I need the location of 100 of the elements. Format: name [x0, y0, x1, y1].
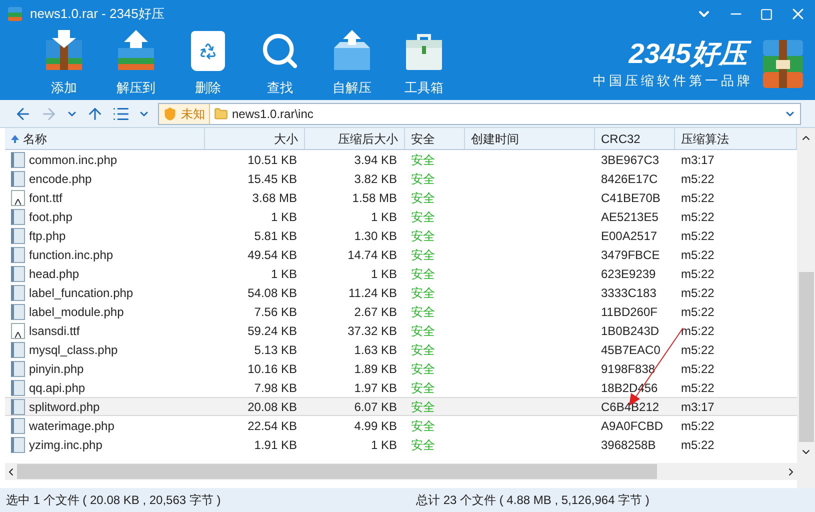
size-cell-text: 54.08 KB: [246, 284, 298, 302]
crc-cell-text: 623E9239: [600, 266, 657, 282]
method-cell-text: m5:22: [680, 228, 716, 244]
brand-slogan: 中国压缩软件第一品牌: [593, 72, 753, 90]
file-row[interactable]: encode.php 15.45 KB 3.82 KB 安全 8426E17C m5:22: [5, 169, 797, 188]
packed-size-cell-text: 1 KB: [370, 266, 398, 282]
total-status: 总计 23 个文件 ( 4.88 MB , 5,126,964 字节 ): [416, 492, 650, 509]
file-name: font.ttf: [29, 190, 62, 206]
file-row[interactable]: label_module.php 7.56 KB 2.67 KB 安全 11BD260F m5:22: [5, 302, 797, 321]
safety-cell-text: 安全: [410, 342, 436, 358]
toolbar-button[interactable]: 工具箱: [388, 30, 460, 98]
file-row[interactable]: waterimage.php 22.54 KB 4.99 KB 安全 A9A0FCBD m5:22: [5, 416, 797, 435]
file-name: function.inc.php: [29, 246, 114, 264]
size-cell-text: 1 KB: [270, 266, 298, 282]
recycle-bin-icon: [191, 31, 225, 71]
method-cell-text: m5:22: [680, 304, 716, 320]
font-file-icon: [11, 322, 25, 338]
file-row[interactable]: splitword.php 20.08 KB 6.07 KB 安全 C6B4B212 m3:17: [5, 397, 797, 416]
size-cell-text: 5.81 KB: [253, 228, 298, 244]
crc-cell-text: 3333C183: [600, 284, 658, 302]
safety-cell-text: 安全: [410, 208, 436, 226]
file-row[interactable]: label_funcation.php 54.08 KB 11.24 KB 安全 3333C183 m5:22: [5, 283, 797, 302]
sort-ascending-icon: [11, 134, 19, 142]
search-icon: [260, 31, 300, 71]
file-name: splitword.php: [29, 398, 100, 416]
document-icon: [11, 436, 25, 452]
file-row[interactable]: mysql_class.php 5.13 KB 1.63 KB 安全 45B7EAC0 m5:22: [5, 340, 797, 359]
safety-cell-text: 安全: [410, 228, 436, 244]
size-cell-text: 7.98 KB: [253, 380, 298, 396]
packed-size-cell-text: 1.30 KB: [353, 228, 398, 244]
size-cell-text: 22.54 KB: [246, 418, 298, 434]
file-row[interactable]: pinyin.php 10.16 KB 1.89 KB 安全 9198F838 m5:22: [5, 359, 797, 378]
column-header[interactable]: 大小: [205, 128, 305, 149]
safety-cell-text: 安全: [410, 360, 436, 378]
file-name: head.php: [29, 266, 80, 282]
toolbar-button[interactable]: 查找: [244, 30, 316, 98]
file-row[interactable]: font.ttf 3.68 MB 1.58 MB 安全 C41BE70B m5:22: [5, 188, 797, 207]
file-row[interactable]: yzimg.inc.php 1.91 KB 1 KB 安全 3968258B m5:22: [5, 435, 797, 454]
method-cell-text: m5:22: [680, 360, 716, 378]
security-badge: 未知: [159, 104, 210, 124]
packed-size-cell-text: 1.58 MB: [351, 190, 398, 206]
safety-cell-text: 安全: [410, 398, 436, 416]
toolbar-button[interactable]: 自解压: [316, 30, 388, 98]
document-icon: [11, 208, 25, 224]
file-name: yzimg.inc.php: [29, 436, 102, 454]
packed-size-cell-text: 1 KB: [370, 436, 398, 454]
crc-cell-text: A9A0FCBD: [600, 418, 664, 434]
packed-size-cell-text: 4.99 KB: [353, 418, 398, 434]
file-name: mysql_class.php: [29, 342, 118, 358]
window-title: news1.0.rar - 2345好压: [30, 5, 164, 24]
toolbar-button[interactable]: 删除: [172, 30, 244, 98]
document-icon: [11, 228, 25, 244]
file-row[interactable]: function.inc.php 49.54 KB 14.74 KB 安全 3479FBCE m5:22: [5, 245, 797, 264]
safety-cell-text: 安全: [410, 418, 436, 434]
crc-cell-text: AE5213E5: [600, 208, 660, 226]
safety-cell-text: 安全: [410, 266, 436, 282]
packed-size-cell-text: 6.07 KB: [353, 398, 398, 416]
document-icon: [11, 304, 25, 320]
toolbar-button[interactable]: 添加: [28, 30, 100, 98]
packed-size-cell-text: 1.97 KB: [353, 380, 398, 396]
column-header[interactable]: 压缩后大小: [305, 128, 405, 149]
size-cell-text: 5.13 KB: [253, 342, 298, 358]
method-cell-text: m5:22: [680, 266, 716, 282]
method-cell-text: m5:22: [680, 380, 716, 396]
file-row[interactable]: foot.php 1 KB 1 KB 安全 AE5213E5 m5:22: [5, 207, 797, 226]
file-row[interactable]: head.php 1 KB 1 KB 安全 623E9239 m5:22: [5, 264, 797, 283]
size-cell-text: 15.45 KB: [246, 170, 298, 188]
column-header[interactable]: 名称: [5, 128, 205, 149]
path-text: news1.0.rar\inc: [232, 106, 314, 122]
size-cell-text: 3.68 MB: [251, 190, 298, 206]
column-header[interactable]: 创建时间: [465, 128, 595, 149]
size-cell-text: 1 KB: [270, 208, 298, 226]
file-name: foot.php: [29, 208, 72, 226]
safety-cell-text: 安全: [410, 246, 436, 264]
size-cell-text: 7.56 KB: [253, 304, 298, 320]
file-row[interactable]: lsansdi.ttf 59.24 KB 37.32 KB 安全 1B0B243D m5:22: [5, 321, 797, 340]
file-name: qq.api.php: [29, 380, 86, 396]
toolbar-button[interactable]: 解压到: [100, 30, 172, 98]
file-row[interactable]: ftp.php 5.81 KB 1.30 KB 安全 E00A2517 m5:22: [5, 226, 797, 245]
file-name: common.inc.php: [29, 152, 118, 168]
maximize-icon[interactable]: [760, 8, 773, 20]
safety-cell-text: 安全: [410, 170, 436, 188]
packed-size-cell-text: 3.94 KB: [353, 152, 398, 168]
method-cell-text: m5:22: [680, 342, 716, 358]
safety-cell-text: 安全: [410, 152, 436, 168]
size-cell-text: 10.16 KB: [246, 360, 298, 378]
crc-cell-text: 9198F838: [600, 360, 656, 378]
method-cell-text: m5:22: [680, 418, 716, 434]
column-header[interactable]: CRC32: [595, 128, 675, 149]
method-cell-text: m3:17: [680, 398, 716, 416]
safety-cell-text: 安全: [410, 190, 436, 206]
address-field[interactable]: 未知 news1.0.rar\inc: [158, 102, 801, 124]
vertical-scrollbar-thumb[interactable]: [798, 272, 814, 442]
file-row[interactable]: common.inc.php 10.51 KB 3.94 KB 安全 3BE967C3 m3:17: [5, 150, 797, 169]
horizontal-scrollbar-thumb[interactable]: [17, 464, 657, 479]
document-icon: [11, 398, 25, 414]
size-cell-text: 20.08 KB: [246, 398, 298, 416]
packed-size-cell-text: 37.32 KB: [346, 322, 398, 340]
column-header[interactable]: 安全: [405, 128, 465, 149]
file-name: ftp.php: [29, 228, 66, 244]
